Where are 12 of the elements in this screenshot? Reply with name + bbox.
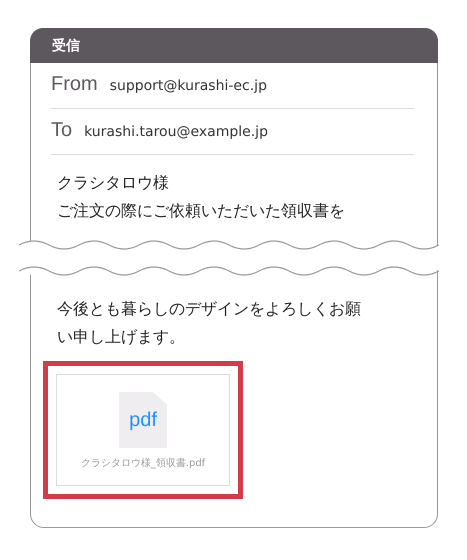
file-name: クラシタロウ様_領収書.pdf	[80, 456, 206, 470]
inbox-header: 受信	[30, 28, 438, 63]
message-line: 今後とも暮らしのデザインをよろしくお願	[57, 298, 362, 320]
field-value: support@kurashi-ec.jp	[110, 78, 267, 94]
file-type: pdf	[129, 408, 157, 432]
field-label: To	[51, 119, 72, 142]
message-line: い申し上げます。	[57, 326, 186, 348]
attachment[interactable]: pdf クラシタロウ様_領収書.pdf	[56, 374, 230, 486]
message-line: クラシタロウ様	[57, 172, 170, 194]
field-value: kurashi.tarou@example.jp	[84, 124, 268, 140]
message-line: ご注文の際にご依頼いただいた領収書を	[57, 200, 346, 222]
field-label: From	[51, 73, 98, 96]
